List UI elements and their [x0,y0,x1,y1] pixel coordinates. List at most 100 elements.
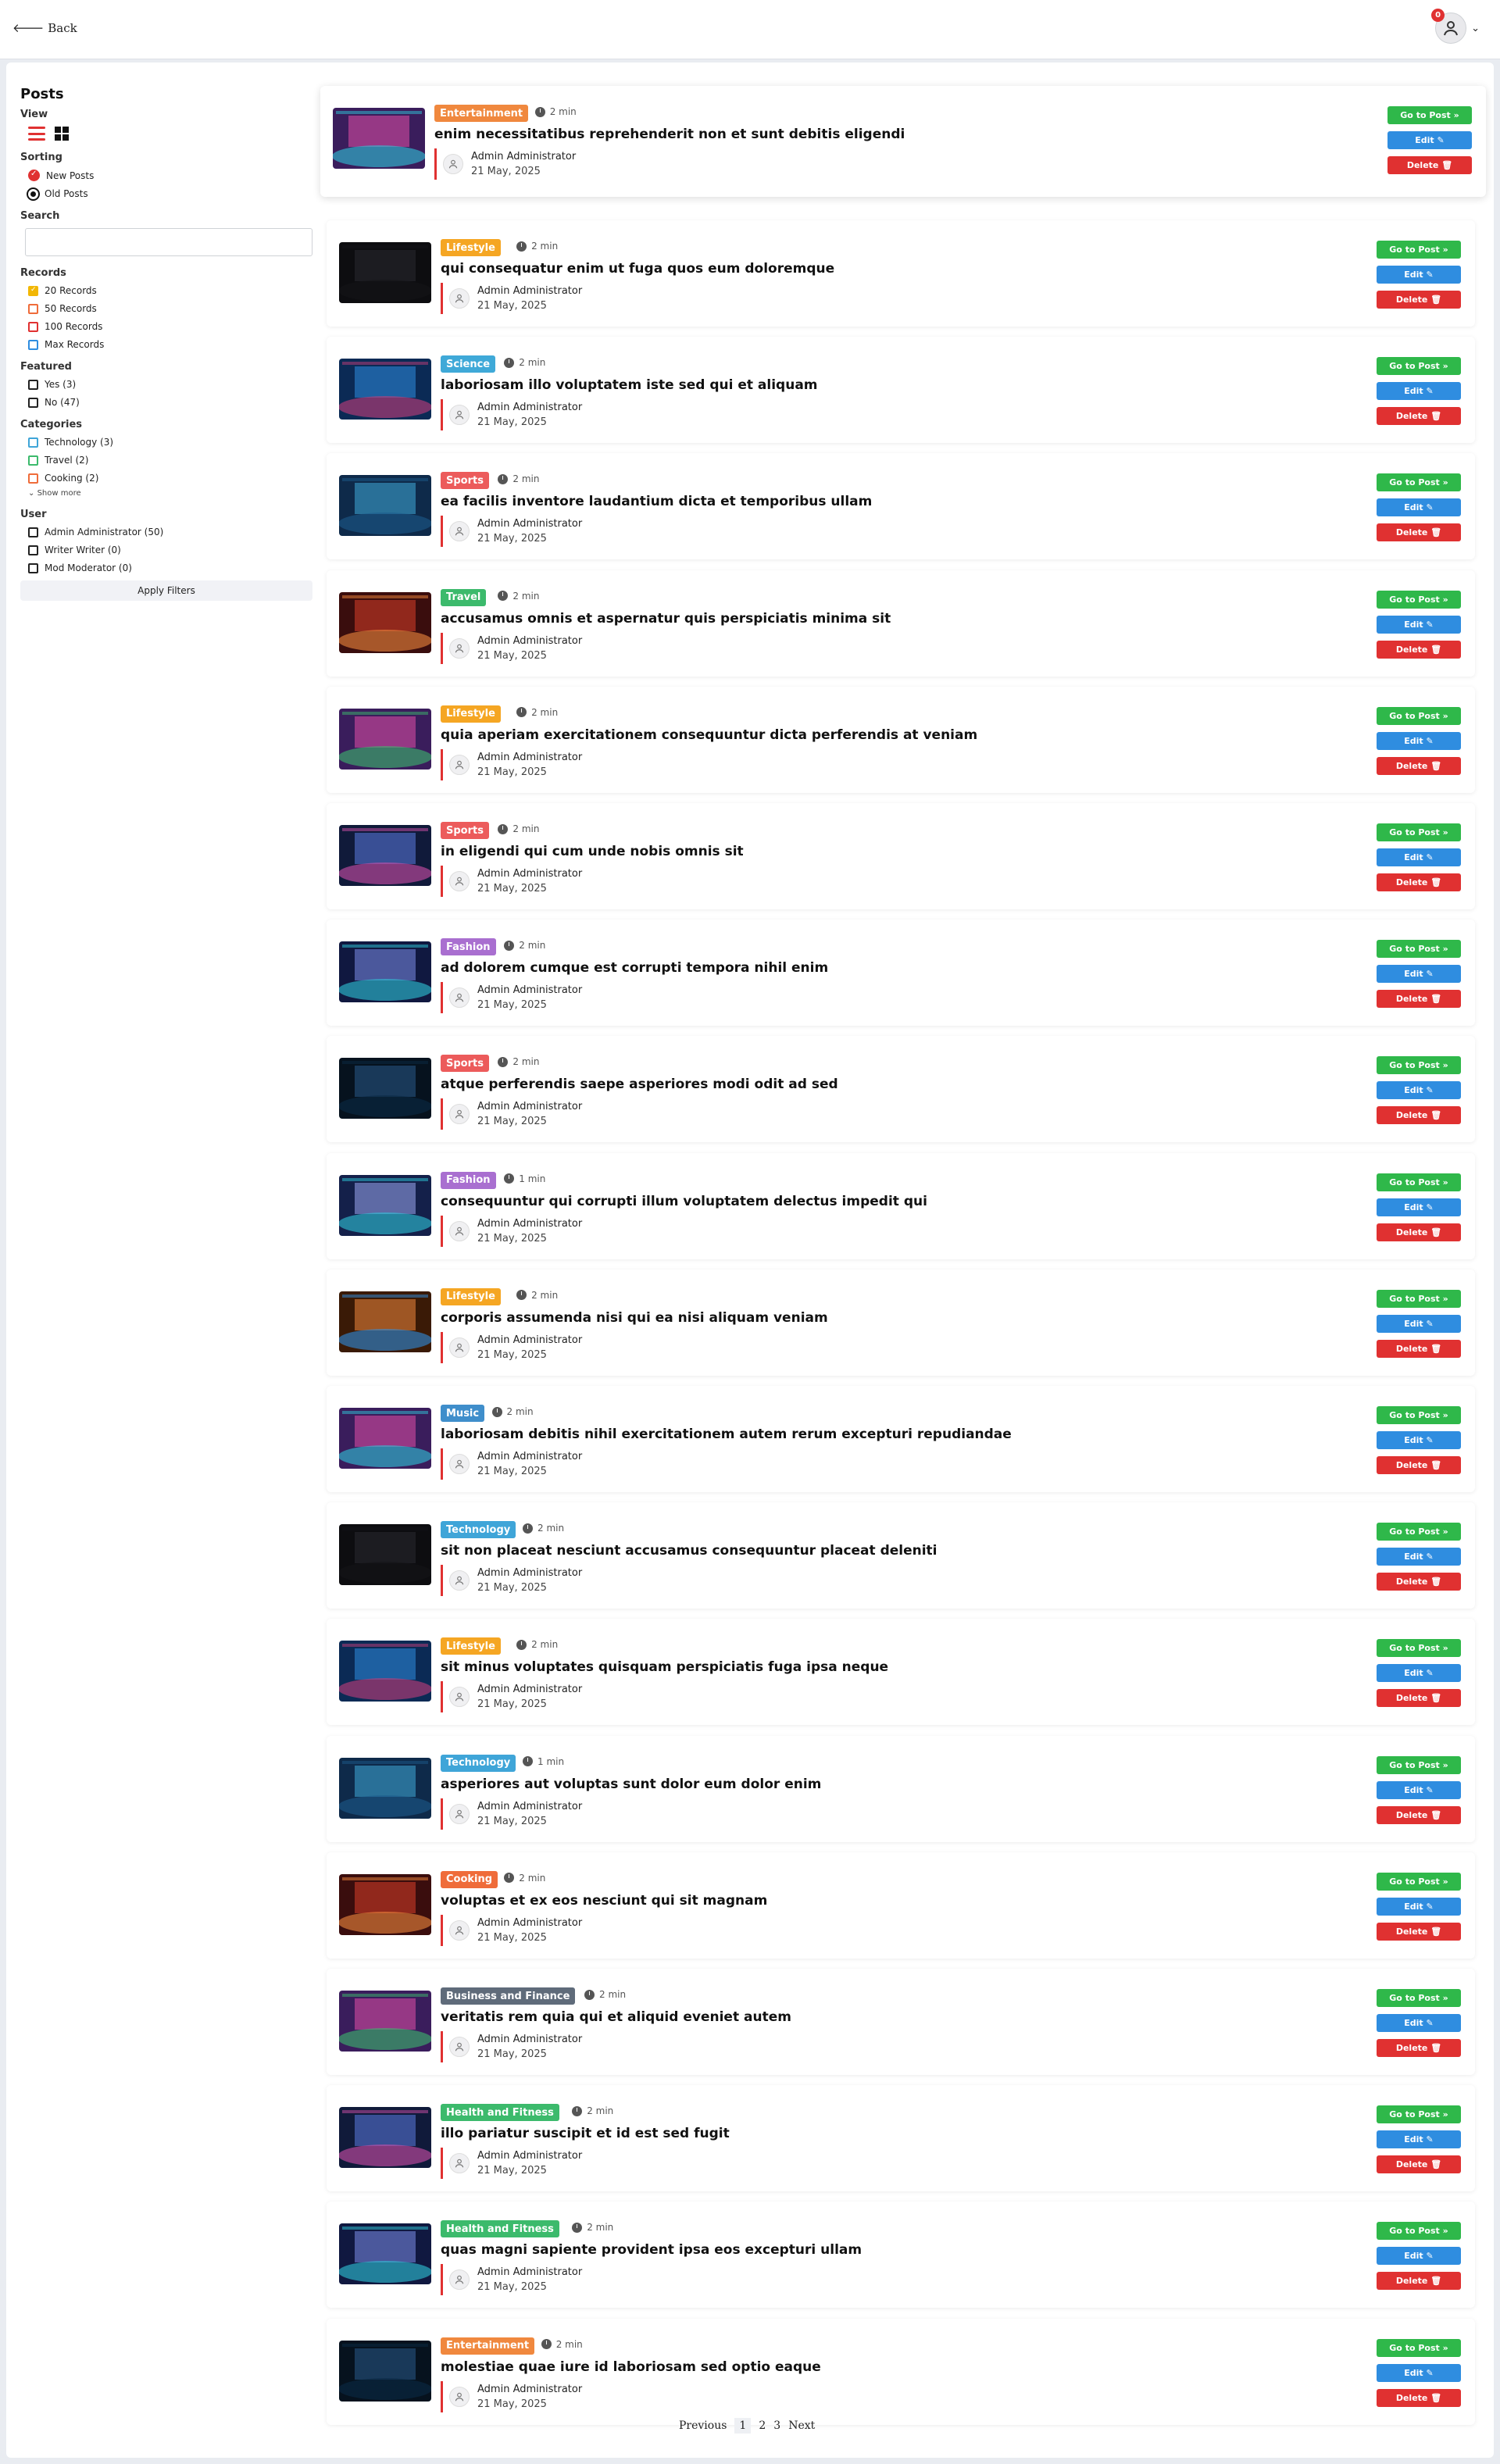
post-title[interactable]: enim necessitatibus reprehenderit non et… [434,127,905,142]
category-technology[interactable]: Technology (3) [28,437,317,448]
edit-button[interactable]: Edit ✎ [1388,131,1472,149]
go-to-post-button[interactable]: Go to Post » [1377,1056,1461,1075]
category-badge[interactable]: Lifestyle [441,239,501,256]
post-title[interactable]: qui consequatur enim ut fuga quos eum do… [441,261,834,277]
post-thumbnail[interactable] [339,1174,431,1236]
edit-button[interactable]: Edit ✎ [1377,2247,1461,2266]
chevron-down-icon[interactable]: ⌄ [1471,23,1480,34]
post-title[interactable]: accusamus omnis et aspernatur quis persp… [441,611,891,627]
category-travel[interactable]: Travel (2) [28,455,317,466]
edit-button[interactable]: Edit ✎ [1377,1897,1461,1916]
post-title[interactable]: ad dolorem cumque est corrupti tempora n… [441,960,828,976]
edit-button[interactable]: Edit ✎ [1377,1081,1461,1100]
category-badge[interactable]: Health and Fitness [441,2220,559,2238]
go-to-post-button[interactable]: Go to Post » [1377,1523,1461,1541]
delete-button[interactable]: Delete 🗑 [1377,2155,1461,2174]
delete-button[interactable]: Delete 🗑 [1388,156,1472,174]
category-badge[interactable]: Fashion [441,938,496,956]
delete-button[interactable]: Delete 🗑 [1377,291,1461,309]
post-thumbnail[interactable] [339,1058,431,1120]
go-to-post-button[interactable]: Go to Post » [1377,1406,1461,1424]
category-badge[interactable]: Technology [441,1521,516,1539]
page-link-3[interactable]: 3 [773,2419,780,2432]
go-to-post-button[interactable]: Go to Post » [1377,940,1461,959]
records-50[interactable]: 50 Records [28,303,317,314]
category-badge[interactable]: Cooking [441,1870,498,1888]
user-menu[interactable]: 0 ⌄ [1431,9,1480,44]
edit-button[interactable]: Edit ✎ [1377,2130,1461,2149]
go-to-post-button[interactable]: Go to Post » [1377,2222,1461,2241]
records-100[interactable]: 100 Records [28,321,317,332]
category-badge[interactable]: Music [441,1405,485,1422]
go-to-post-button[interactable]: Go to Post » [1377,241,1461,259]
delete-button[interactable]: Delete 🗑 [1377,1689,1461,1708]
page-link-1[interactable]: 1 [734,2418,752,2434]
post-title[interactable]: in eligendi qui cum unde nobis omnis sit [441,844,744,859]
go-to-post-button[interactable]: Go to Post » [1377,473,1461,492]
go-to-post-button[interactable]: Go to Post » [1377,1872,1461,1891]
post-thumbnail[interactable] [339,825,431,886]
post-title[interactable]: ea facilis inventore laudantium dicta et… [441,494,872,509]
category-badge[interactable]: Sports [441,1055,489,1073]
previous-page-link[interactable]: Previous [679,2419,727,2432]
post-title[interactable]: quas magni sapiente provident ipsa eos e… [441,2242,862,2258]
post-title[interactable]: illo pariatur suscipit et id est sed fug… [441,2126,730,2141]
post-title[interactable]: corporis assumenda nisi qui ea nisi aliq… [441,1310,828,1326]
page-link-2[interactable]: 2 [759,2419,766,2432]
post-title[interactable]: laboriosam debitis nihil exercitationem … [441,1427,1012,1442]
delete-button[interactable]: Delete 🗑 [1377,1922,1461,1941]
category-badge[interactable]: Sports [441,472,489,490]
delete-button[interactable]: Delete 🗑 [1377,1223,1461,1241]
user-admin[interactable]: Admin Administrator (50) [28,527,317,537]
next-page-link[interactable]: Next [788,2419,815,2432]
delete-button[interactable]: Delete 🗑 [1377,523,1461,542]
search-input[interactable] [25,228,312,256]
post-thumbnail[interactable] [339,1991,431,2052]
category-badge[interactable]: Entertainment [434,105,529,122]
post-thumbnail[interactable] [339,242,431,303]
category-badge[interactable]: Entertainment [441,2337,535,2355]
edit-button[interactable]: Edit ✎ [1377,731,1461,750]
go-to-post-button[interactable]: Go to Post » [1377,590,1461,609]
edit-button[interactable]: Edit ✎ [1377,1664,1461,1683]
delete-button[interactable]: Delete 🗑 [1377,1573,1461,1591]
edit-button[interactable]: Edit ✎ [1377,1431,1461,1449]
delete-button[interactable]: Delete 🗑 [1377,2272,1461,2291]
post-title[interactable]: veritatis rem quia qui et aliquid evenie… [441,2009,791,2025]
post-title[interactable]: sit non placeat nesciunt accusamus conse… [441,1543,938,1559]
records-max[interactable]: Max Records [28,339,317,350]
delete-button[interactable]: Delete 🗑 [1377,1106,1461,1125]
post-thumbnail[interactable] [339,591,431,653]
avatar[interactable]: 0 [1431,9,1467,44]
post-thumbnail[interactable] [333,108,425,169]
go-to-post-button[interactable]: Go to Post » [1377,1989,1461,2007]
go-to-post-button[interactable]: Go to Post » [1377,1755,1461,1774]
edit-button[interactable]: Edit ✎ [1377,848,1461,866]
records-20[interactable]: 20 Records [28,285,317,296]
edit-button[interactable]: Edit ✎ [1377,1198,1461,1216]
category-badge[interactable]: Science [441,355,496,373]
delete-button[interactable]: Delete 🗑 [1377,407,1461,426]
apply-filters-button[interactable]: Apply Filters [20,580,312,601]
delete-button[interactable]: Delete 🗑 [1377,873,1461,891]
category-badge[interactable]: Lifestyle [441,1637,501,1655]
go-to-post-button[interactable]: Go to Post » [1377,706,1461,725]
delete-button[interactable]: Delete 🗑 [1377,1456,1461,1474]
post-thumbnail[interactable] [339,2107,431,2169]
delete-button[interactable]: Delete 🗑 [1377,2039,1461,2057]
edit-button[interactable]: Edit ✎ [1377,965,1461,984]
post-thumbnail[interactable] [339,2340,431,2402]
post-thumbnail[interactable] [339,475,431,537]
edit-button[interactable]: Edit ✎ [1377,382,1461,401]
category-badge[interactable]: Sports [441,822,489,839]
edit-button[interactable]: Edit ✎ [1377,2363,1461,2382]
edit-button[interactable]: Edit ✎ [1377,1780,1461,1799]
edit-button[interactable]: Edit ✎ [1377,2014,1461,2032]
go-to-post-button[interactable]: Go to Post » [1377,357,1461,376]
category-cooking[interactable]: Cooking (2) [28,473,317,484]
featured-yes[interactable]: Yes (3) [28,379,317,390]
edit-button[interactable]: Edit ✎ [1377,615,1461,634]
edit-button[interactable]: Edit ✎ [1377,1548,1461,1566]
show-more-link[interactable]: ⌄ Show more [28,489,317,498]
go-to-post-button[interactable]: Go to Post » [1377,1639,1461,1658]
